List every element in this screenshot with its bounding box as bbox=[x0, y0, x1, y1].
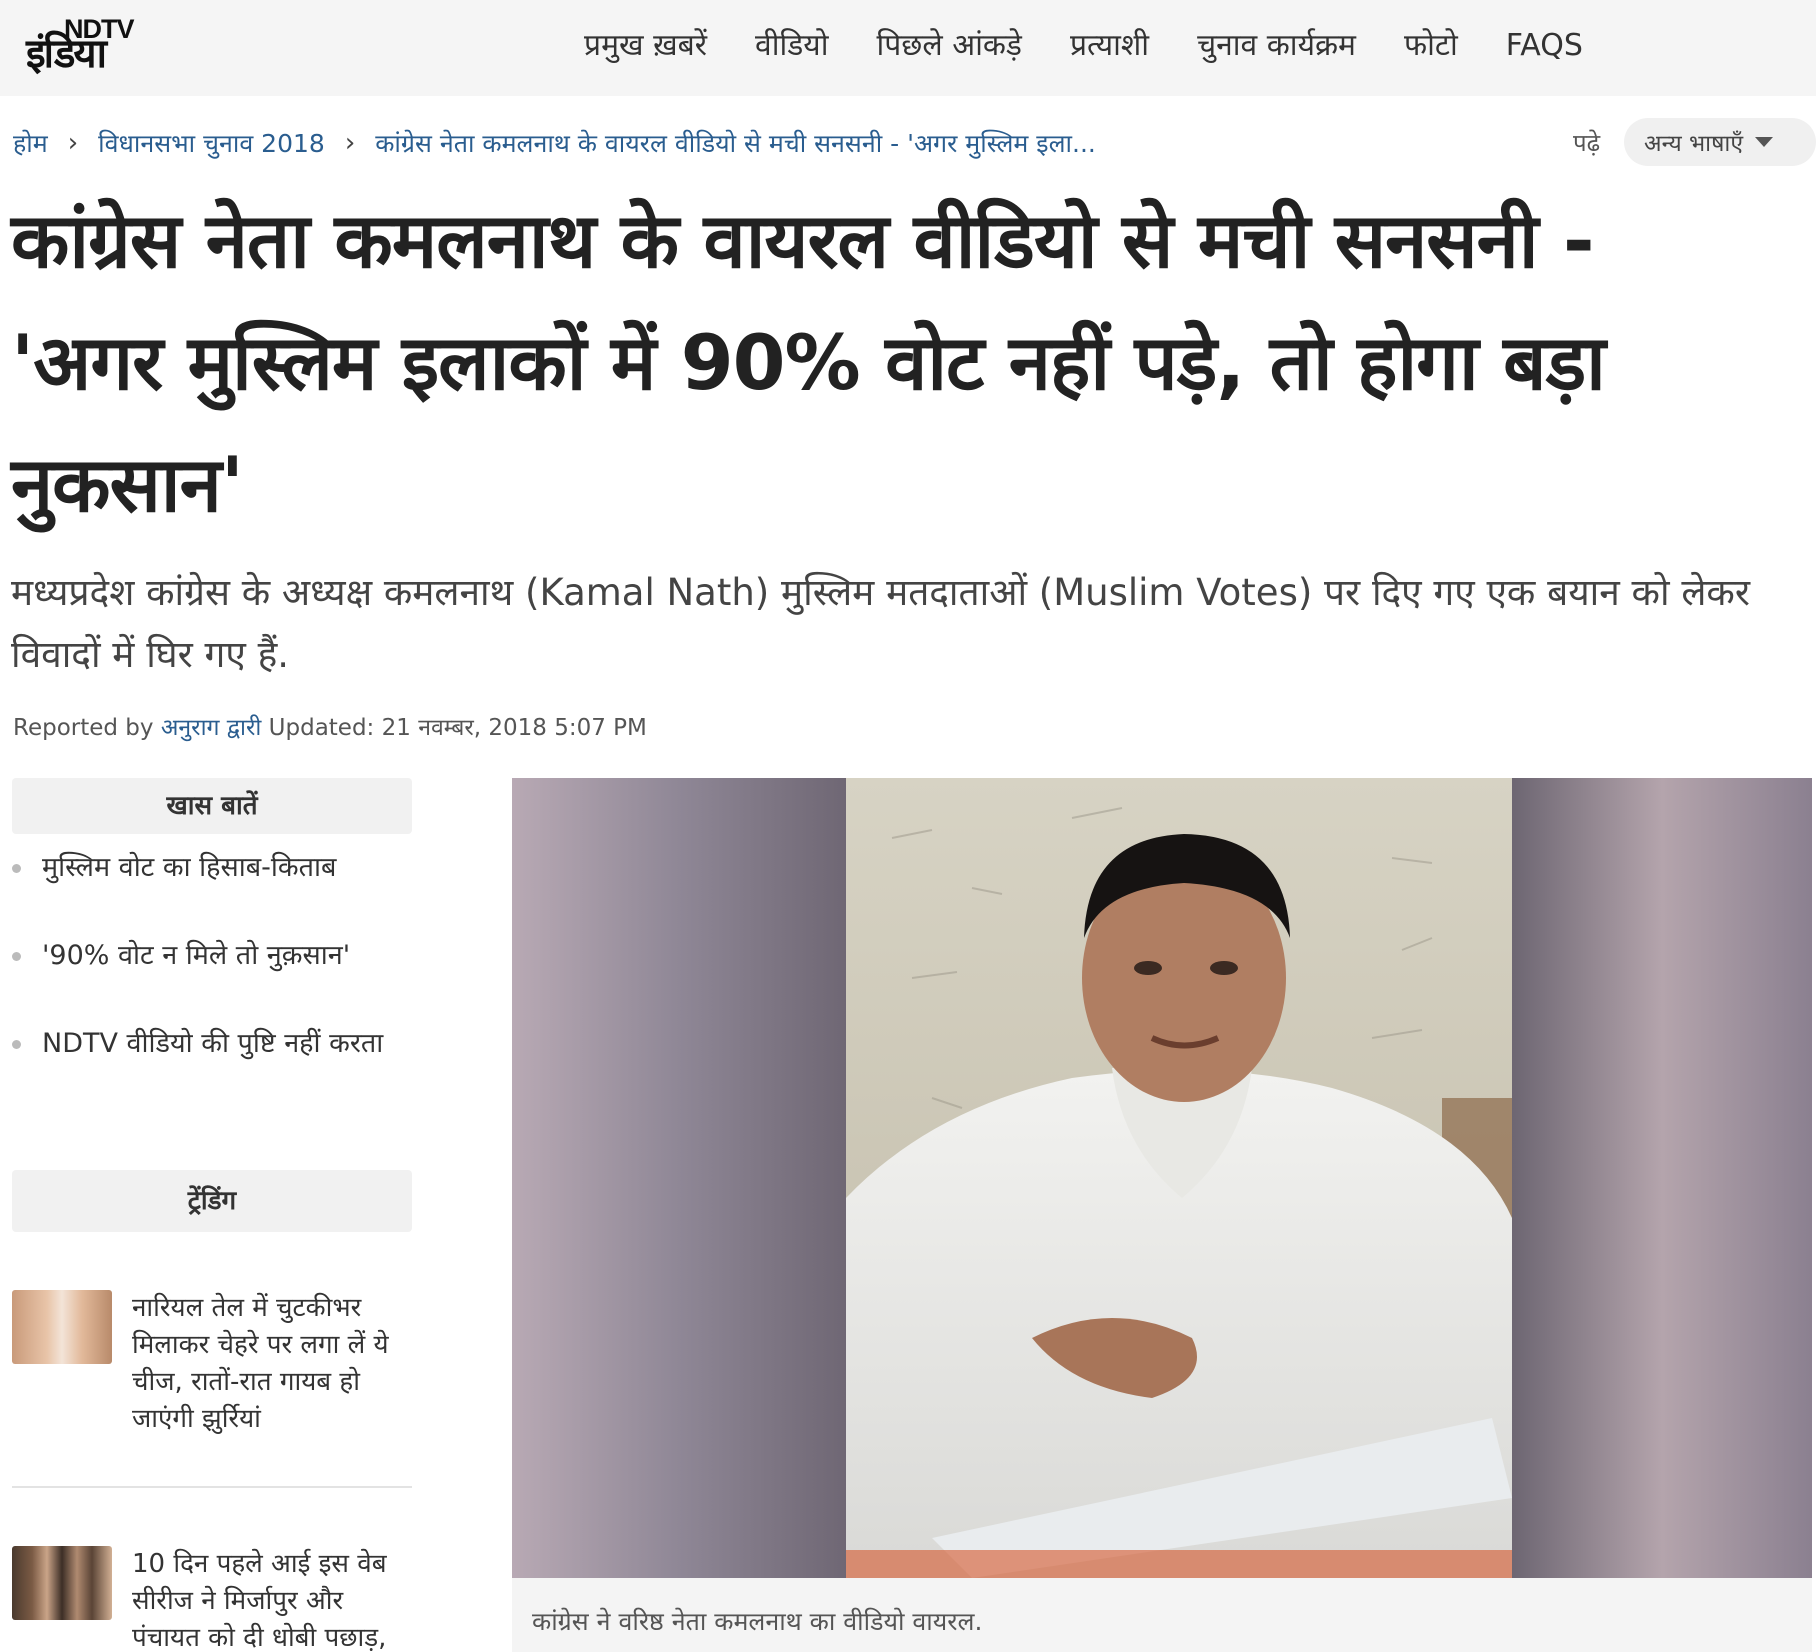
list-item: '90% वोट न मिले तो नुक़सान' bbox=[12, 938, 412, 1026]
photo-caption: कांग्रेस ने वरिष्ठ नेता कमलनाथ का वीडियो… bbox=[512, 1578, 1812, 1652]
chevron-right-icon: › bbox=[67, 128, 79, 158]
trending-headline[interactable]: नारियल तेल में चुटकीभर मिलाकर चेहरे पर ल… bbox=[132, 1290, 412, 1438]
article-headline: कांग्रेस नेता कमलनाथ के वायरल वीडियो से … bbox=[11, 196, 1606, 529]
highlights-list: मुस्लिम वोट का हिसाब-किताब '90% वोट न मि… bbox=[12, 850, 412, 1114]
updated-timestamp: Updated: 21 नवम्बर, 2018 5:07 PM bbox=[268, 715, 647, 741]
trending-thumbnail[interactable] bbox=[12, 1290, 112, 1364]
nav-item-past-data[interactable]: पिछले आंकड़े bbox=[876, 24, 1021, 68]
bullet-icon bbox=[12, 864, 21, 873]
other-languages-button[interactable]: अन्य भाषाएँ bbox=[1624, 118, 1816, 166]
highlight-text: NDTV वीडियो की पुष्टि नहीं करता bbox=[42, 1028, 384, 1059]
site-header: NDTV इंडिया प्रमुख ख़बरें वीडियो पिछले आ… bbox=[0, 0, 1816, 96]
byline: Reported by अनुराग द्वारी Updated: 21 नव… bbox=[13, 710, 647, 742]
trending-item[interactable]: नारियल तेल में चुटकीभर मिलाकर चेहरे पर ल… bbox=[12, 1290, 412, 1438]
logo-india-text: इंडिया bbox=[26, 31, 107, 77]
trending-headline[interactable]: 10 दिन पहले आई इस वेब सीरीज ने मिर्जापुर… bbox=[132, 1546, 412, 1652]
bullet-icon bbox=[12, 1040, 21, 1049]
trending-item[interactable]: 10 दिन पहले आई इस वेब सीरीज ने मिर्जापुर… bbox=[12, 1546, 412, 1652]
kamal-nath-video-still bbox=[512, 778, 1812, 1578]
bullet-icon bbox=[12, 952, 21, 961]
nav-item-top-news[interactable]: प्रमुख ख़बरें bbox=[584, 24, 707, 68]
nav-item-video[interactable]: वीडियो bbox=[755, 24, 828, 68]
breadcrumb: होम › विधानसभा चुनाव 2018 › कांग्रेस नेत… bbox=[13, 126, 1096, 160]
reported-by-label: Reported by bbox=[13, 715, 154, 741]
chevron-right-icon: › bbox=[344, 128, 356, 158]
nav-item-candidates[interactable]: प्रत्याशी bbox=[1070, 24, 1149, 68]
author-link[interactable]: अनुराग द्वारी bbox=[161, 715, 262, 741]
highlight-text: '90% वोट न मिले तो नुक़सान' bbox=[42, 940, 351, 971]
breadcrumb-section-link[interactable]: विधानसभा चुनाव 2018 bbox=[98, 126, 325, 160]
nav-item-election-schedule[interactable]: चुनाव कार्यक्रम bbox=[1197, 24, 1356, 68]
list-item: NDTV वीडियो की पुष्टि नहीं करता bbox=[12, 1026, 412, 1114]
trending-heading: ट्रेंडिंग bbox=[12, 1170, 412, 1232]
divider bbox=[12, 1486, 412, 1488]
highlight-text: मुस्लिम वोट का हिसाब-किताब bbox=[42, 852, 337, 883]
other-languages-label: अन्य भाषाएँ bbox=[1644, 131, 1744, 157]
highlights-heading: खास बातें bbox=[12, 778, 412, 834]
nav-item-photos[interactable]: फोटो bbox=[1404, 24, 1458, 68]
trending-thumbnail[interactable] bbox=[12, 1546, 112, 1620]
article-photo[interactable] bbox=[512, 778, 1812, 1578]
read-label: पढ़े bbox=[1573, 129, 1601, 157]
breadcrumb-home-link[interactable]: होम bbox=[13, 126, 48, 160]
main-nav: प्रमुख ख़बरें वीडियो पिछले आंकड़े प्रत्य… bbox=[584, 24, 1631, 68]
nav-item-faqs[interactable]: FAQS bbox=[1506, 24, 1583, 68]
breadcrumb-current-link[interactable]: कांग्रेस नेता कमलनाथ के वायरल वीडियो से … bbox=[375, 126, 1096, 160]
ndtv-india-logo[interactable]: NDTV इंडिया bbox=[26, 14, 176, 77]
list-item: मुस्लिम वोट का हिसाब-किताब bbox=[12, 850, 412, 938]
caret-down-icon bbox=[1755, 137, 1774, 147]
article-summary: मध्यप्रदेश कांग्रेस के अध्यक्ष कमलनाथ (K… bbox=[11, 571, 1750, 676]
